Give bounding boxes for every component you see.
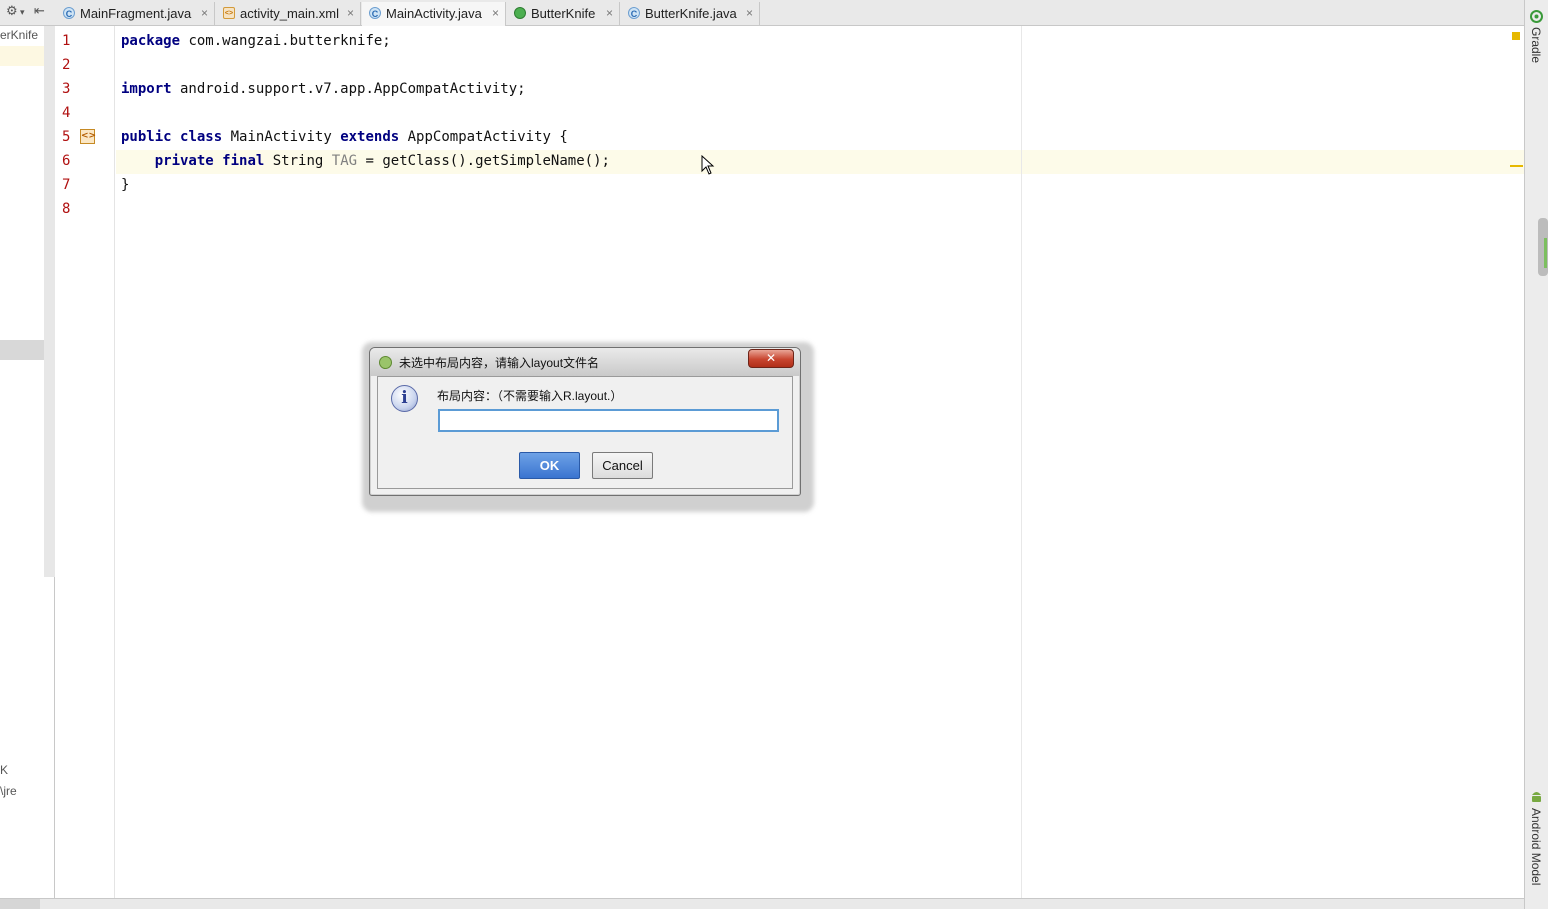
status-bar bbox=[0, 898, 1524, 909]
line-number: 6 bbox=[62, 153, 71, 169]
status-bar-toggle[interactable] bbox=[0, 899, 40, 909]
dialog-title: 未选中布局内容，请输入layout文件名 bbox=[399, 356, 600, 370]
tab-label: MainFragment.java bbox=[80, 6, 192, 21]
close-tab-icon[interactable]: × bbox=[746, 6, 753, 20]
android-icon bbox=[1532, 792, 1541, 802]
class-icon: C bbox=[63, 7, 75, 19]
constant-name: TAG bbox=[331, 153, 358, 169]
line-number: 2 bbox=[62, 57, 71, 73]
code-line-5: public class MainActivity extends AppCom… bbox=[121, 129, 568, 145]
dialog-title-bar[interactable]: 未选中布局内容，请输入layout文件名 ✕ bbox=[370, 348, 800, 376]
code-editor[interactable]: package com.wangzai.butterknife; import … bbox=[116, 26, 1524, 898]
tab-label: ButterKnife bbox=[531, 6, 596, 21]
line-number: 7 bbox=[62, 177, 71, 193]
project-tree-item[interactable]: \jre bbox=[0, 784, 17, 798]
tab-mainactivity[interactable]: C MainActivity.java × bbox=[362, 2, 506, 26]
xml-layout-icon: <> bbox=[223, 7, 235, 19]
project-tree-item[interactable]: K bbox=[0, 763, 8, 777]
keyword: class bbox=[180, 129, 223, 145]
tab-butterknife-java[interactable]: C ButterKnife.java × bbox=[621, 2, 760, 26]
tab-label: ButterKnife.java bbox=[645, 6, 737, 21]
line-number: 4 bbox=[62, 105, 71, 121]
code-line-6: private final String TAG = getClass().ge… bbox=[121, 153, 610, 169]
close-tab-icon[interactable]: × bbox=[606, 6, 613, 20]
dropdown-arrow-icon[interactable]: ▾ bbox=[20, 8, 25, 18]
code-text: } bbox=[121, 177, 130, 193]
line-number: 8 bbox=[62, 201, 71, 217]
info-icon: i bbox=[391, 385, 418, 412]
close-tab-icon[interactable]: × bbox=[347, 6, 354, 20]
dialog-body: i 布局内容：（不需要输入R.layout.） OK Cancel bbox=[377, 376, 793, 489]
keyword: final bbox=[222, 153, 265, 169]
code-line-3: import android.support.v7.app.AppCompatA… bbox=[121, 81, 526, 97]
tab-label: MainActivity.java bbox=[386, 6, 482, 21]
project-panel: erKnife K \jre bbox=[0, 26, 55, 909]
keyword: private bbox=[154, 153, 214, 169]
butterknife-icon bbox=[514, 7, 526, 19]
code-text: String bbox=[264, 153, 332, 169]
close-tab-icon[interactable]: × bbox=[492, 6, 499, 20]
android-studio-icon bbox=[379, 356, 392, 369]
class-g-icon: C bbox=[628, 7, 640, 19]
keyword: extends bbox=[340, 129, 400, 145]
gradle-tool-tab[interactable]: Gradle bbox=[1529, 27, 1543, 63]
right-tool-strip: Gradle Android Model bbox=[1524, 0, 1548, 909]
android-model-tool-tab[interactable]: Android Model bbox=[1529, 808, 1543, 885]
collapse-panel-icon[interactable]: ⇤ bbox=[34, 4, 45, 19]
tab-activity-main-xml[interactable]: <> activity_main.xml × bbox=[216, 2, 361, 26]
warning-stripe-marker[interactable] bbox=[1510, 165, 1523, 167]
code-line-1: package com.wangzai.butterknife; bbox=[121, 33, 391, 49]
code-text: = getClass().getSimpleName(); bbox=[357, 153, 610, 169]
gradle-icon bbox=[1530, 10, 1543, 23]
close-tab-icon[interactable]: × bbox=[201, 6, 208, 20]
layout-name-input[interactable] bbox=[438, 409, 779, 432]
code-text: MainActivity bbox=[222, 129, 341, 145]
tab-mainfragment[interactable]: C MainFragment.java × bbox=[56, 2, 215, 26]
tab-butterknife[interactable]: ButterKnife × bbox=[507, 2, 620, 26]
settings-gear-icon[interactable]: ⚙ bbox=[6, 4, 18, 19]
cancel-button[interactable]: Cancel bbox=[592, 452, 653, 479]
layout-input-dialog: 未选中布局内容，请输入layout文件名 ✕ i 布局内容：（不需要输入R.la… bbox=[369, 347, 801, 496]
code-text: AppCompatActivity { bbox=[399, 129, 568, 145]
project-tree-label[interactable]: erKnife bbox=[0, 28, 38, 42]
ide-window: ⚙ ▾ ⇤ C MainFragment.java × <> activity_… bbox=[0, 0, 1548, 909]
dialog-message: 布局内容：（不需要输入R.layout.） bbox=[437, 389, 623, 403]
mouse-pointer-icon bbox=[701, 155, 715, 175]
keyword: public bbox=[121, 129, 172, 145]
dialog-close-button[interactable]: ✕ bbox=[748, 349, 794, 368]
code-text: com.wangzai.butterknife; bbox=[180, 33, 391, 49]
editor-scrollbar-thumb[interactable] bbox=[1538, 218, 1548, 276]
layout-link-gutter-icon[interactable]: <> bbox=[80, 129, 96, 144]
keyword: package bbox=[121, 33, 181, 49]
class-icon: C bbox=[369, 7, 381, 19]
tab-label: activity_main.xml bbox=[240, 6, 339, 21]
right-margin-guide bbox=[1021, 26, 1022, 898]
code-line-7: } bbox=[121, 177, 129, 193]
inspection-status-icon[interactable] bbox=[1512, 32, 1520, 40]
code-text: android.support.v7.app.AppCompatActivity… bbox=[171, 81, 526, 97]
ok-button[interactable]: OK bbox=[519, 452, 580, 479]
line-number: 1 bbox=[62, 33, 71, 49]
editor-tab-bar: ⚙ ▾ ⇤ C MainFragment.java × <> activity_… bbox=[0, 0, 1524, 26]
line-number: 5 bbox=[62, 129, 71, 145]
keyword: import bbox=[121, 81, 172, 97]
line-number: 3 bbox=[62, 81, 71, 97]
project-scrollbar[interactable] bbox=[44, 26, 55, 577]
line-number-gutter: 1 2 3 4 5 6 7 8 <> bbox=[56, 26, 115, 898]
